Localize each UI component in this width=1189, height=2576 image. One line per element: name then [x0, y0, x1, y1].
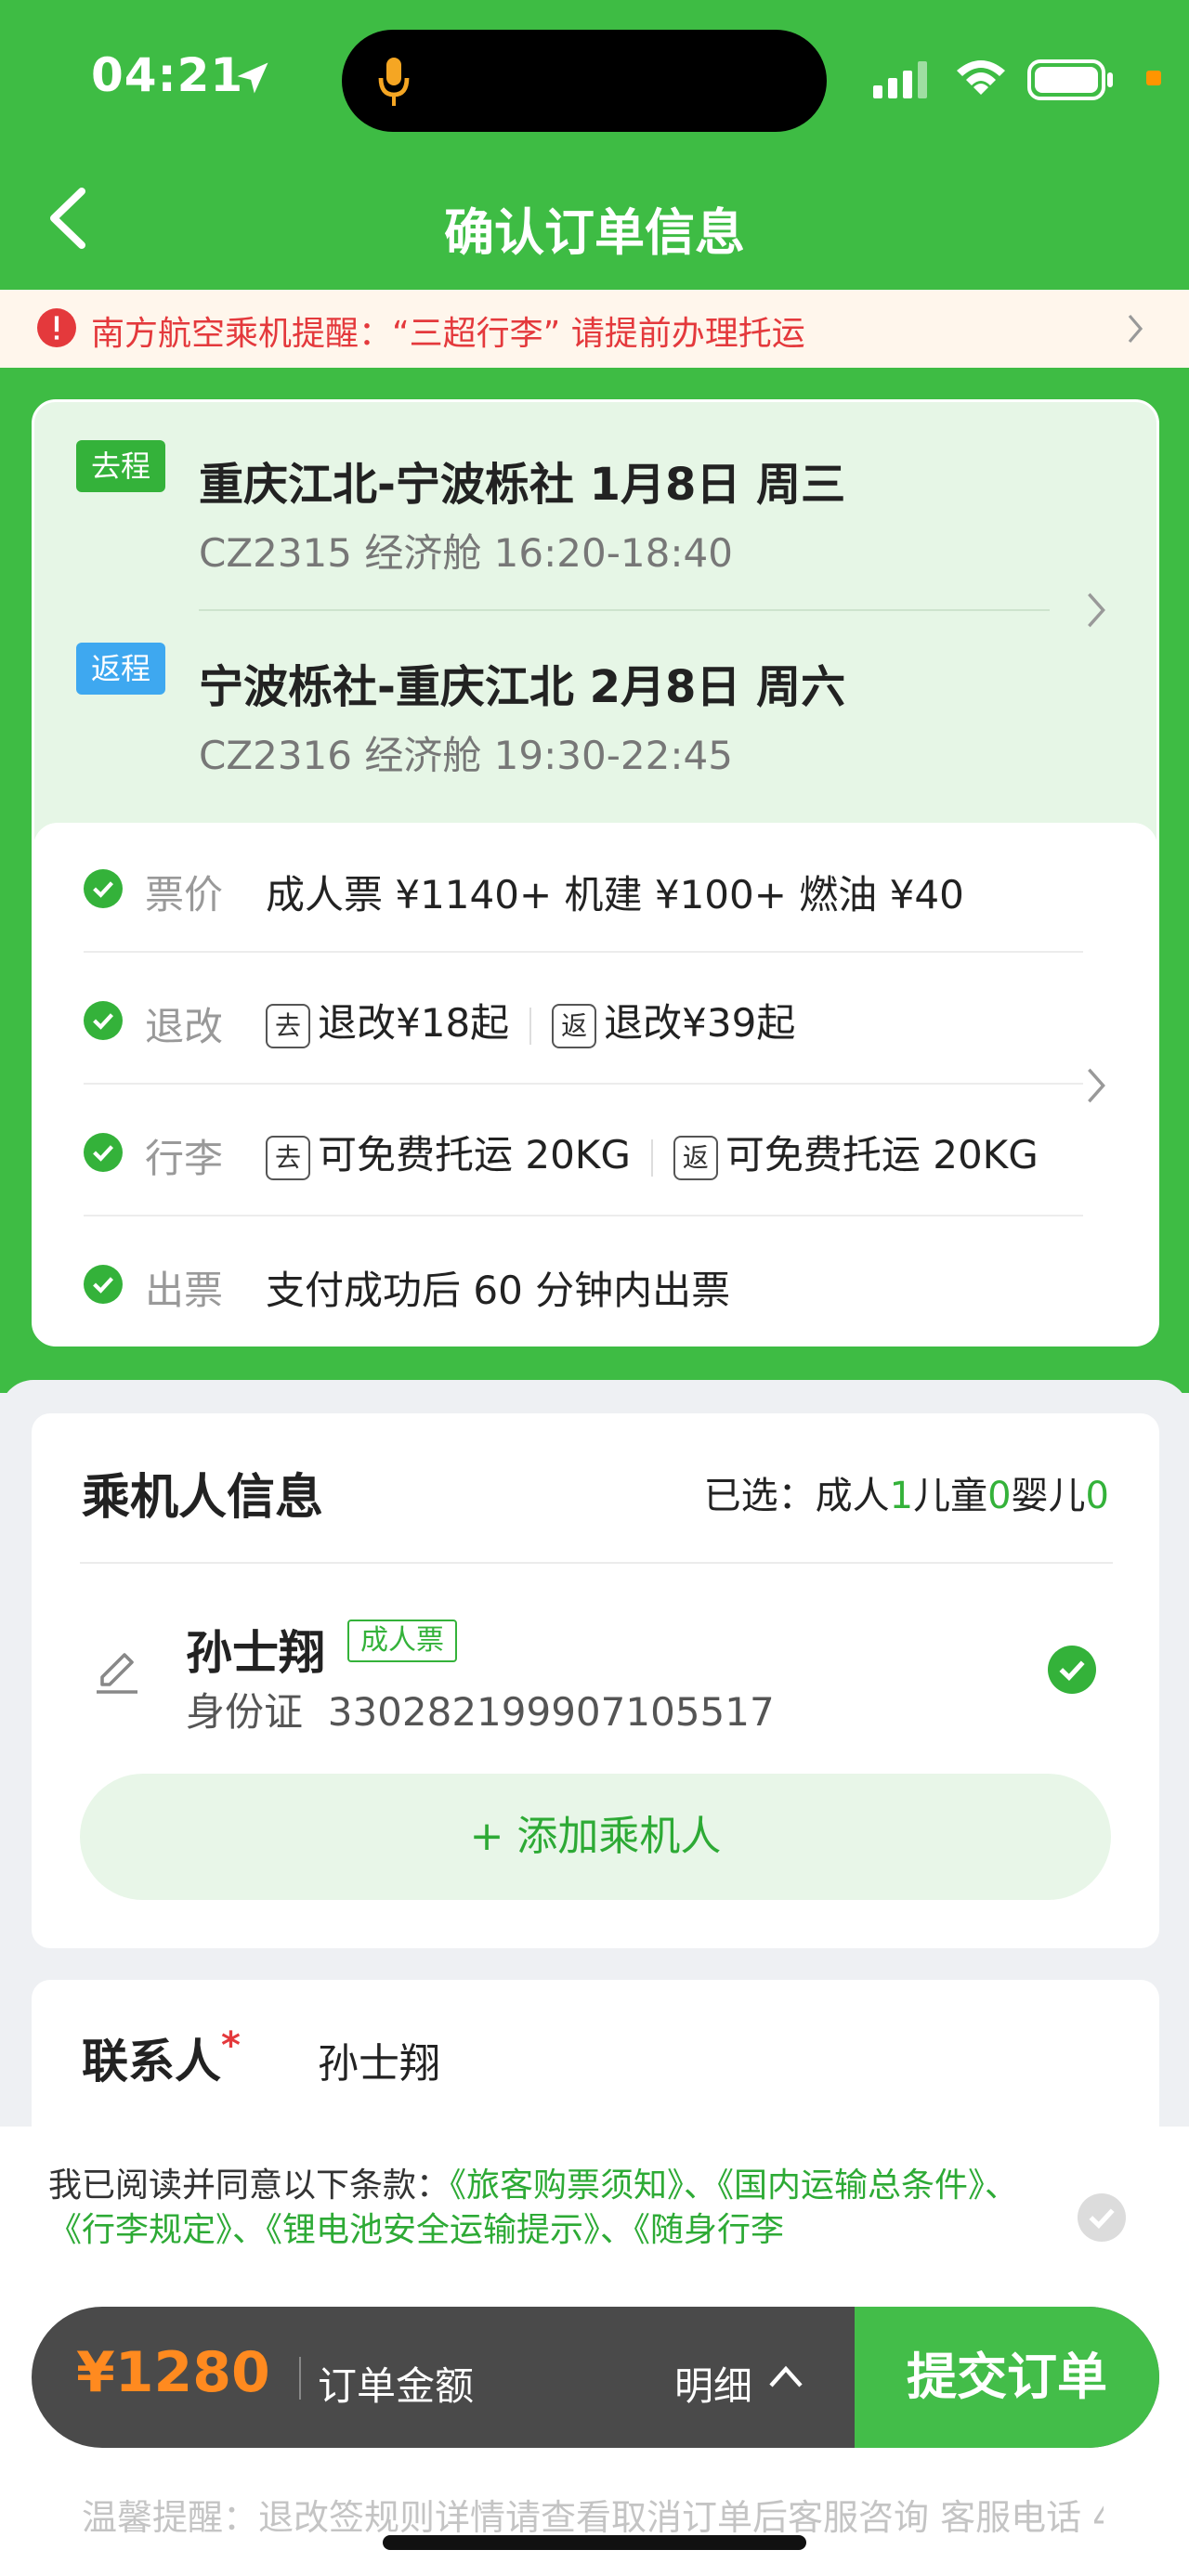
check-circle-icon: [84, 1133, 123, 1172]
baggage-label: 行李: [145, 1136, 224, 1181]
contact-label-text: 联系人: [82, 2035, 221, 2088]
outbound-tag: 去程: [76, 440, 166, 492]
baggage-row: 行李 去可免费托运 20KG 返可免费托运 20KG: [33, 1086, 1157, 1218]
price-value: 成人票 ¥1140+ 机建 ¥100+ 燃油 ¥40: [266, 872, 964, 917]
microphone-icon: [378, 58, 410, 106]
refund-label: 退改: [145, 1004, 224, 1049]
chevron-up-icon[interactable]: [767, 2362, 804, 2390]
child-label: 儿童: [913, 1475, 988, 1517]
alert-icon: [37, 308, 76, 347]
separator: [529, 1007, 532, 1045]
notice-text: 南方航空乘机提醒：“三超行李” 请提前办理托运: [91, 315, 805, 353]
privacy-indicator: [1146, 71, 1161, 85]
check-circle-icon: [84, 1265, 123, 1304]
child-count: 0: [987, 1475, 1012, 1517]
section-divider: [80, 1562, 1113, 1564]
refund-row: 退改 去退改¥18起返退改¥39起: [33, 955, 1157, 1086]
check-circle-icon: [84, 869, 123, 908]
infant-label: 婴儿: [1011, 1475, 1086, 1517]
outbound-badge: 去: [266, 1135, 310, 1180]
flight-detail-chevron-icon[interactable]: [1085, 591, 1107, 630]
baggage-value: 去可免费托运 20KG 返可免费托运 20KG: [266, 1124, 1065, 1180]
required-mark: *: [221, 2024, 241, 2067]
ticket-type-badge: 成人票: [347, 1620, 457, 1662]
return-badge: 返: [552, 1003, 597, 1048]
ticket-details-panel[interactable]: 票价 成人票 ¥1140+ 机建 ¥100+ 燃油 ¥40 退改 去退改¥18起…: [33, 823, 1157, 1347]
selected-prefix: 已选：成人: [703, 1475, 890, 1517]
edit-pencil-icon[interactable]: [93, 1644, 141, 1696]
price-row: 票价 成人票 ¥1140+ 机建 ¥100+ 燃油 ¥40: [33, 823, 1157, 955]
page-title: 确认订单信息: [444, 203, 745, 262]
wifi-icon: [957, 60, 1005, 95]
order-total-label: 订单金额: [318, 2363, 475, 2409]
return-tag: 返程: [76, 643, 166, 695]
adult-count: 1: [889, 1475, 914, 1517]
outbound-flight-info: CZ2315 经济舱 16:20-18:40: [199, 530, 733, 576]
chevron-right-icon: [1128, 314, 1143, 344]
price-detail-button[interactable]: 明细: [674, 2355, 752, 2412]
baggage-go-value: 可免费托运 20KG: [318, 1132, 631, 1177]
price-separator: [299, 2357, 301, 2400]
row-divider: [84, 951, 1083, 953]
price-label: 票价: [145, 872, 224, 917]
return-badge: 返: [673, 1135, 718, 1180]
cellular-signal-icon: [873, 61, 927, 98]
outbound-route: 重庆江北-宁波栎社 1月8日 周三: [199, 459, 846, 511]
refund-back-value: 退改¥39起: [604, 1000, 796, 1046]
order-total-price: ¥1280: [76, 2340, 270, 2405]
passenger-id: 身份证 330282199907105517: [186, 1681, 775, 1737]
route-divider: [199, 609, 1050, 611]
infant-count: 0: [1085, 1475, 1109, 1517]
agreement-prefix: 我已阅读并同意以下条款：: [48, 2166, 451, 2205]
location-arrow-icon: [237, 62, 268, 94]
selected-count: 已选：成人1儿童0婴儿0: [704, 1465, 1109, 1519]
ticketing-value: 支付成功后 60 分钟内出票: [266, 1268, 731, 1313]
return-route: 宁波栎社-重庆江北 2月8日 周六: [199, 661, 846, 713]
dynamic-island: [342, 30, 827, 132]
submit-order-button[interactable]: 提交订单: [855, 2307, 1159, 2448]
contact-name-field[interactable]: 孙士翔: [318, 2030, 440, 2089]
id-number: 330282199907105517: [327, 1689, 775, 1735]
refund-go-value: 退改¥18起: [318, 1000, 510, 1046]
separator: [650, 1138, 653, 1177]
home-indicator[interactable]: [383, 2535, 806, 2550]
baggage-back-value: 可免费托运 20KG: [725, 1132, 1039, 1177]
ticketing-label: 出票: [145, 1268, 224, 1313]
contact-label: 联系人*: [82, 2024, 241, 2091]
row-divider: [84, 1215, 1083, 1216]
outbound-badge: 去: [266, 1003, 310, 1048]
airline-notice-banner[interactable]: 南方航空乘机提醒：“三超行李” 请提前办理托运: [0, 290, 1189, 368]
add-passenger-button[interactable]: + 添加乘机人: [80, 1774, 1111, 1900]
agreement-checkbox[interactable]: [1078, 2193, 1126, 2242]
ticketing-row: 出票 支付成功后 60 分钟内出票: [33, 1218, 1157, 1350]
footer-note: 温馨提醒：退改签规则详情请查看取消订单后客服咨询 客服电话 4009105889: [82, 2497, 1104, 2538]
refund-value: 去退改¥18起返退改¥39起: [266, 992, 795, 1048]
battery-icon: [1027, 59, 1113, 100]
agreement-text: 我已阅读并同意以下条款：《旅客购票须知》、《国内运输总条件》、《行李规定》、《锂…: [48, 2164, 1033, 2253]
passenger-selected-checkbox[interactable]: [1048, 1646, 1096, 1694]
passenger-section-title: 乘机人信息: [82, 1470, 324, 1526]
id-type-label: 身份证: [186, 1689, 304, 1735]
status-time: 04:21: [91, 48, 244, 102]
return-flight-info: CZ2316 经济舱 19:30-22:45: [199, 733, 733, 778]
row-divider: [84, 1083, 1083, 1085]
check-circle-icon: [84, 1001, 123, 1040]
passenger-name: 孙士翔: [186, 1626, 325, 1680]
